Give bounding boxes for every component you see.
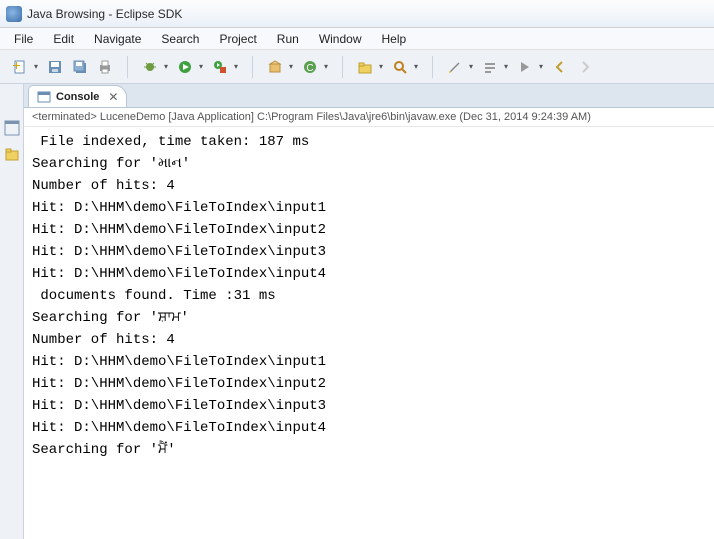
menu-window[interactable]: Window bbox=[309, 30, 372, 48]
tab-label: Console bbox=[56, 91, 99, 103]
main-area: Console ✕ <terminated> LuceneDemo [Java … bbox=[0, 84, 714, 539]
toggle-mark-button[interactable] bbox=[479, 56, 511, 78]
titlebar: Java Browsing - Eclipse SDK bbox=[0, 0, 714, 28]
console-icon bbox=[37, 90, 51, 104]
save-button[interactable] bbox=[44, 56, 66, 78]
console-line: documents found. Time :31 ms bbox=[32, 285, 706, 307]
console-line: Hit: D:\HHM\demo\FileToIndex\input2 bbox=[32, 219, 706, 241]
menu-navigate[interactable]: Navigate bbox=[84, 30, 151, 48]
tab-close-icon[interactable]: ✕ bbox=[108, 90, 118, 104]
tab-console[interactable]: Console ✕ bbox=[28, 85, 127, 107]
menu-help[interactable]: Help bbox=[372, 30, 417, 48]
new-package-button[interactable] bbox=[264, 56, 296, 78]
forward-button[interactable] bbox=[574, 56, 596, 78]
new-button[interactable] bbox=[9, 56, 41, 78]
tabbar: Console ✕ bbox=[24, 84, 714, 108]
svg-text:C: C bbox=[306, 63, 313, 74]
console-line: Number of hits: 4 bbox=[32, 329, 706, 351]
console-line: Searching for 'ਮੈਂ' bbox=[32, 439, 706, 461]
eclipse-icon bbox=[6, 6, 22, 22]
external-tools-button[interactable] bbox=[209, 56, 241, 78]
console-line: Hit: D:\HHM\demo\FileToIndex\input3 bbox=[32, 395, 706, 417]
save-all-button[interactable] bbox=[69, 56, 91, 78]
menu-edit[interactable]: Edit bbox=[43, 30, 84, 48]
console-line: Searching for 'માન' bbox=[32, 153, 706, 175]
menu-run[interactable]: Run bbox=[267, 30, 309, 48]
print-button[interactable] bbox=[94, 56, 116, 78]
package-explorer-icon[interactable] bbox=[4, 146, 20, 162]
search-button[interactable] bbox=[389, 56, 421, 78]
console-line: Searching for 'ਸ਼ਾਮ' bbox=[32, 307, 706, 329]
menu-file[interactable]: File bbox=[4, 30, 43, 48]
open-type-button[interactable] bbox=[354, 56, 386, 78]
toolbar: C bbox=[0, 50, 714, 84]
console-line: Hit: D:\HHM\demo\FileToIndex\input1 bbox=[32, 351, 706, 373]
debug-button[interactable] bbox=[139, 56, 171, 78]
console-output: File indexed, time taken: 187 msSearchin… bbox=[24, 127, 714, 539]
content: Console ✕ <terminated> LuceneDemo [Java … bbox=[24, 84, 714, 539]
console-line: Hit: D:\HHM\demo\FileToIndex\input4 bbox=[32, 417, 706, 439]
menu-project[interactable]: Project bbox=[209, 30, 266, 48]
console-line: Hit: D:\HHM\demo\FileToIndex\input2 bbox=[32, 373, 706, 395]
side-strip bbox=[0, 84, 24, 539]
console-line: Hit: D:\HHM\demo\FileToIndex\input4 bbox=[32, 263, 706, 285]
restore-view-icon[interactable] bbox=[4, 120, 20, 136]
next-annotation-button[interactable] bbox=[514, 56, 546, 78]
console-line: File indexed, time taken: 187 ms bbox=[32, 131, 706, 153]
console-line: Hit: D:\HHM\demo\FileToIndex\input3 bbox=[32, 241, 706, 263]
last-edit-button[interactable] bbox=[444, 56, 476, 78]
console-status: <terminated> LuceneDemo [Java Applicatio… bbox=[24, 108, 714, 127]
run-button[interactable] bbox=[174, 56, 206, 78]
console-line: Number of hits: 4 bbox=[32, 175, 706, 197]
back-button[interactable] bbox=[549, 56, 571, 78]
window-title: Java Browsing - Eclipse SDK bbox=[27, 7, 182, 21]
menu-search[interactable]: Search bbox=[151, 30, 209, 48]
console-line: Hit: D:\HHM\demo\FileToIndex\input1 bbox=[32, 197, 706, 219]
new-class-button[interactable]: C bbox=[299, 56, 331, 78]
menubar: File Edit Navigate Search Project Run Wi… bbox=[0, 28, 714, 50]
